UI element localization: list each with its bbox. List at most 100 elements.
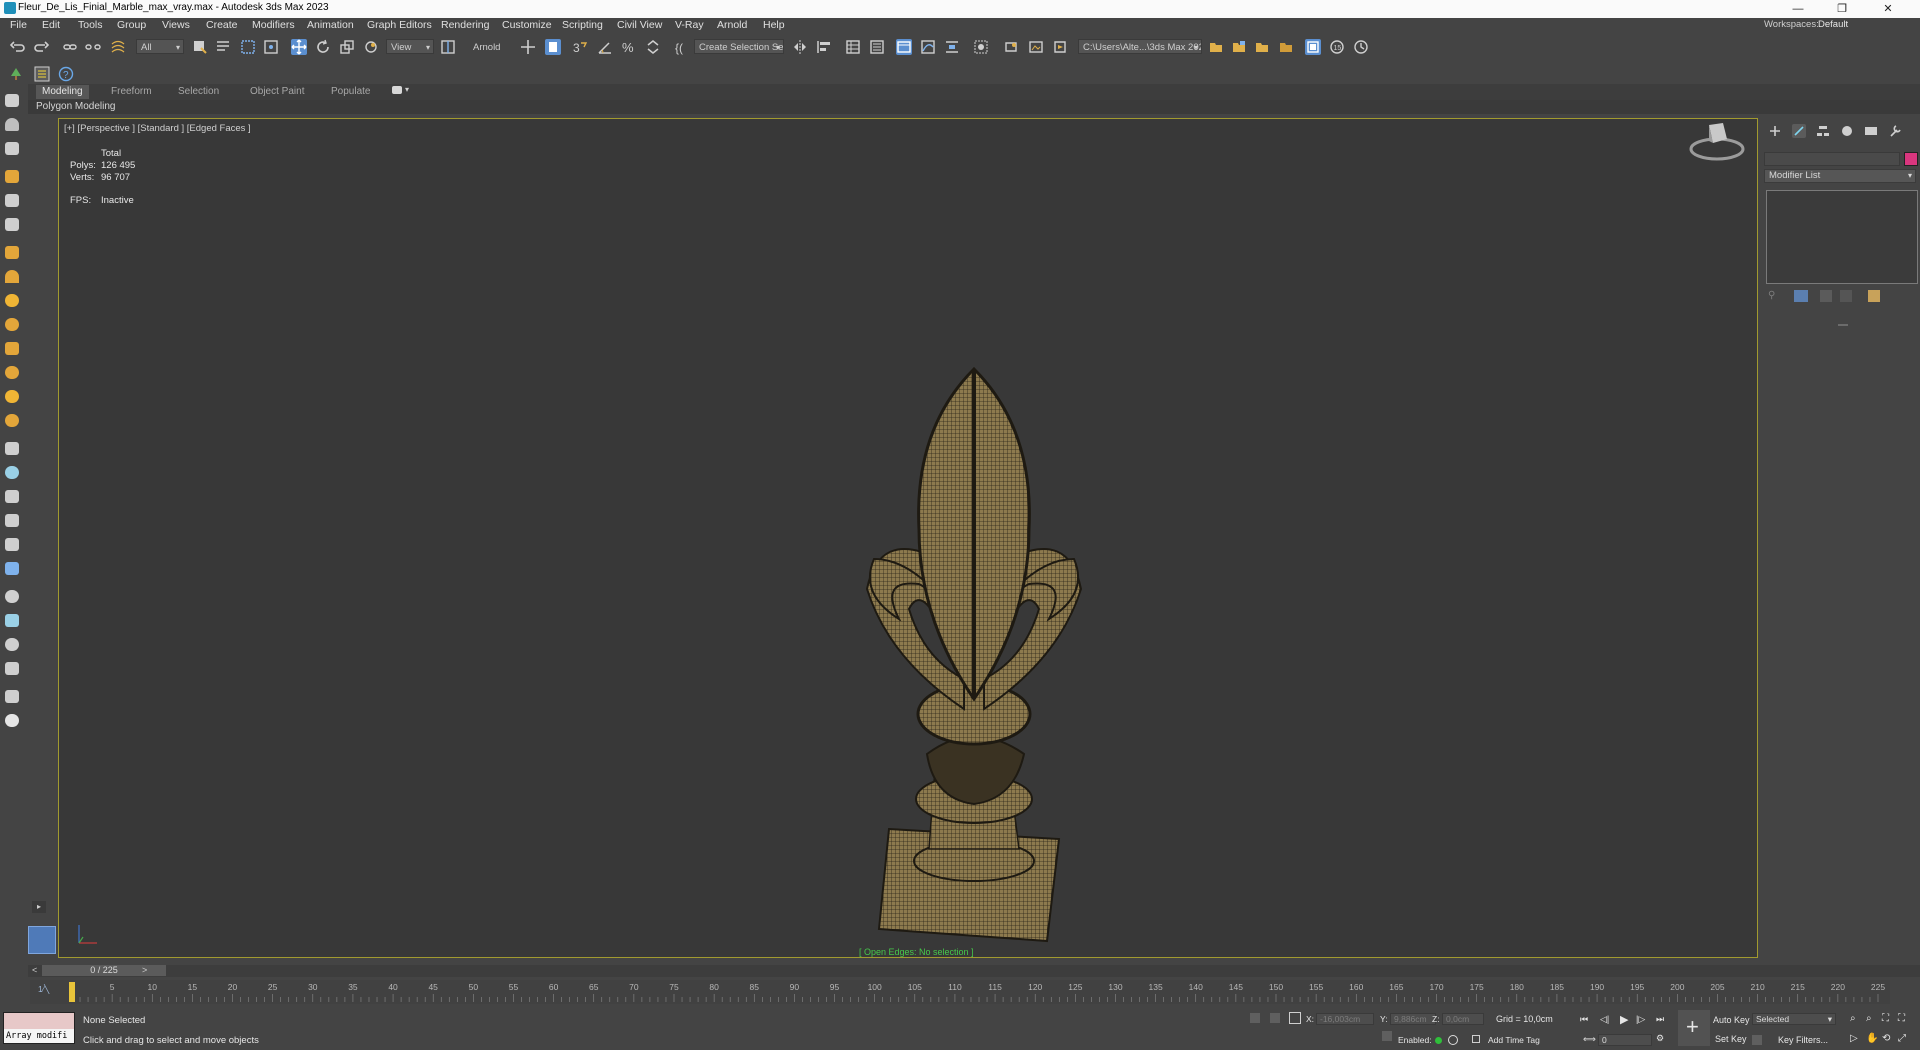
container-toggle-icon[interactable] — [1305, 39, 1321, 55]
menu-create[interactable]: Create — [206, 19, 238, 31]
menu-vray[interactable]: V-Ray — [675, 19, 704, 31]
restore-button[interactable]: ❐ — [1820, 0, 1864, 18]
menu-civil-view[interactable]: Civil View — [617, 19, 662, 31]
render-icon[interactable] — [5, 662, 19, 675]
current-frame-field[interactable]: 0 — [1598, 1034, 1652, 1046]
create-tab-icon[interactable] — [1768, 124, 1782, 138]
tab-freeform[interactable]: Freeform — [105, 85, 158, 99]
object-color-swatch[interactable] — [1904, 152, 1918, 166]
current-time-marker[interactable] — [69, 982, 75, 1002]
modifier-stack[interactable] — [1766, 190, 1918, 284]
percent-snap-icon[interactable]: % — [621, 39, 637, 55]
ribbon-toggle-icon[interactable] — [896, 39, 912, 55]
named-selection-dropdown[interactable]: Create Selection Se ▾ — [694, 39, 784, 54]
panel-divider-handle[interactable] — [1838, 324, 1848, 326]
menu-modifiers[interactable]: Modifiers — [252, 19, 295, 31]
go-to-end-icon[interactable]: ⏭ — [1656, 1014, 1664, 1025]
hierarchy-tab-icon[interactable] — [1816, 124, 1830, 138]
key-filters-button[interactable]: Key Filters... — [1778, 1035, 1828, 1045]
ambient-light-icon[interactable] — [5, 366, 19, 379]
sphere-light-icon[interactable] — [5, 294, 19, 307]
display-tab-icon[interactable] — [1864, 124, 1878, 138]
viewcube-icon[interactable] — [1687, 119, 1747, 169]
menu-animation[interactable]: Animation — [307, 19, 354, 31]
minimize-button[interactable]: — — [1776, 0, 1820, 18]
scene-explorer-icon[interactable] — [845, 39, 861, 55]
render-setup-icon[interactable] — [1003, 39, 1019, 55]
pan-view-icon[interactable]: ✋ — [1866, 1033, 1878, 1044]
time-config-icon[interactable]: ⚙ — [1656, 1033, 1664, 1044]
next-frame-icon[interactable]: |▷ — [1636, 1014, 1645, 1025]
set-project-folder-icon[interactable] — [1231, 39, 1247, 55]
window-crossing-icon[interactable] — [263, 39, 279, 55]
material-sphere-icon[interactable] — [5, 590, 19, 603]
shapes-icon[interactable] — [5, 194, 19, 207]
orbit-icon[interactable]: ⟲ — [1882, 1033, 1890, 1044]
cone-icon[interactable] — [5, 490, 19, 503]
ribbon-options-chevron-icon[interactable]: ▾ — [405, 85, 409, 94]
maximize-viewport-icon[interactable]: ⤢ — [1898, 1033, 1906, 1044]
go-to-start-icon[interactable]: ⏮ — [1580, 1014, 1588, 1025]
sky-icon[interactable] — [5, 414, 19, 427]
snaps-toggle-icon[interactable]: 3 — [572, 39, 588, 55]
z-coord-field[interactable]: 0,0cm — [1442, 1013, 1484, 1025]
menu-tools[interactable]: Tools — [78, 19, 103, 31]
scene-tree-icon[interactable] — [8, 66, 24, 82]
reference-coord-dropdown[interactable]: View ▾ — [386, 39, 434, 54]
undo-icon[interactable] — [10, 39, 26, 55]
viewport-label[interactable]: [+] [Perspective ] [Standard ] [Edged Fa… — [64, 123, 251, 134]
time-slider-prev-button[interactable]: < — [32, 965, 37, 975]
remove-modifier-icon[interactable] — [1840, 290, 1852, 302]
helpers-icon[interactable] — [5, 218, 19, 231]
layer-explorer-icon[interactable] — [869, 39, 885, 55]
select-object-icon[interactable] — [192, 39, 208, 55]
workspaces-value[interactable]: Default — [1818, 19, 1848, 30]
spotlight-icon[interactable] — [5, 246, 19, 259]
utilities-tab-icon[interactable] — [1888, 124, 1902, 138]
keyboard-shortcut-override-icon[interactable] — [545, 39, 561, 55]
open-folder-icon[interactable] — [1208, 39, 1224, 55]
close-button[interactable]: ✕ — [1866, 0, 1910, 18]
link-icon[interactable] — [62, 39, 78, 55]
time-slider-thumb[interactable]: 0 / 225 — [42, 965, 166, 976]
zoom-icon[interactable]: ⌕ — [1850, 1013, 1856, 1024]
maxscript-input[interactable]: Array modifi — [4, 1029, 74, 1043]
show-end-result-icon[interactable] — [1794, 290, 1808, 302]
curve-editor-icon[interactable] — [920, 39, 936, 55]
modify-tab-icon[interactable] — [1792, 124, 1806, 138]
menu-group[interactable]: Group — [117, 19, 146, 31]
previous-frame-icon[interactable]: ◁| — [1600, 1014, 1609, 1025]
menu-file[interactable]: File — [10, 19, 27, 31]
menu-edit[interactable]: Edit — [42, 19, 60, 31]
proxy-icon[interactable] — [5, 562, 19, 575]
tab-selection[interactable]: Selection — [172, 85, 225, 99]
rectangular-selection-icon[interactable] — [240, 39, 256, 55]
menu-help[interactable]: Help — [763, 19, 785, 31]
zoom-extents-all-icon[interactable]: ⛶ — [1898, 1013, 1905, 1024]
time-slider[interactable]: < 0 / 225 > — [28, 965, 1920, 977]
texture-icon[interactable] — [5, 638, 19, 651]
redo-icon[interactable] — [33, 39, 49, 55]
folder-options-icon[interactable] — [1254, 39, 1270, 55]
render-production-icon[interactable] — [1052, 39, 1068, 55]
absolute-mode-icon[interactable] — [1289, 1012, 1301, 1024]
configure-modifier-sets-icon[interactable] — [1868, 290, 1880, 302]
folder-settings-icon[interactable] — [1278, 39, 1294, 55]
ribbon-options-icon[interactable] — [392, 86, 402, 94]
pivot-center-icon[interactable] — [440, 39, 456, 55]
zoom-extents-icon[interactable]: ⛶ — [1882, 1013, 1889, 1024]
rendered-frame-window-icon[interactable] — [1028, 39, 1044, 55]
menu-views[interactable]: Views — [162, 19, 190, 31]
select-and-rotate-icon[interactable] — [315, 39, 331, 55]
time-slider-next-button[interactable]: > — [142, 965, 147, 975]
plant-icon[interactable] — [5, 538, 19, 551]
project-folder-dropdown[interactable]: C:\Users\Alte...\3ds Max 2023 ▾ — [1078, 39, 1202, 54]
menu-scripting[interactable]: Scripting — [562, 19, 603, 31]
sphere-icon[interactable] — [5, 466, 19, 479]
field-of-view-icon[interactable]: ▷ — [1850, 1033, 1858, 1044]
bind-space-warp-icon[interactable] — [110, 39, 126, 55]
select-and-move-icon[interactable] — [291, 39, 307, 55]
enabled-toggle-icon[interactable] — [1448, 1035, 1458, 1045]
x-coord-field[interactable]: -16,003cm — [1316, 1013, 1374, 1025]
key-set-dropdown[interactable]: Selected ▾ — [1752, 1013, 1836, 1025]
